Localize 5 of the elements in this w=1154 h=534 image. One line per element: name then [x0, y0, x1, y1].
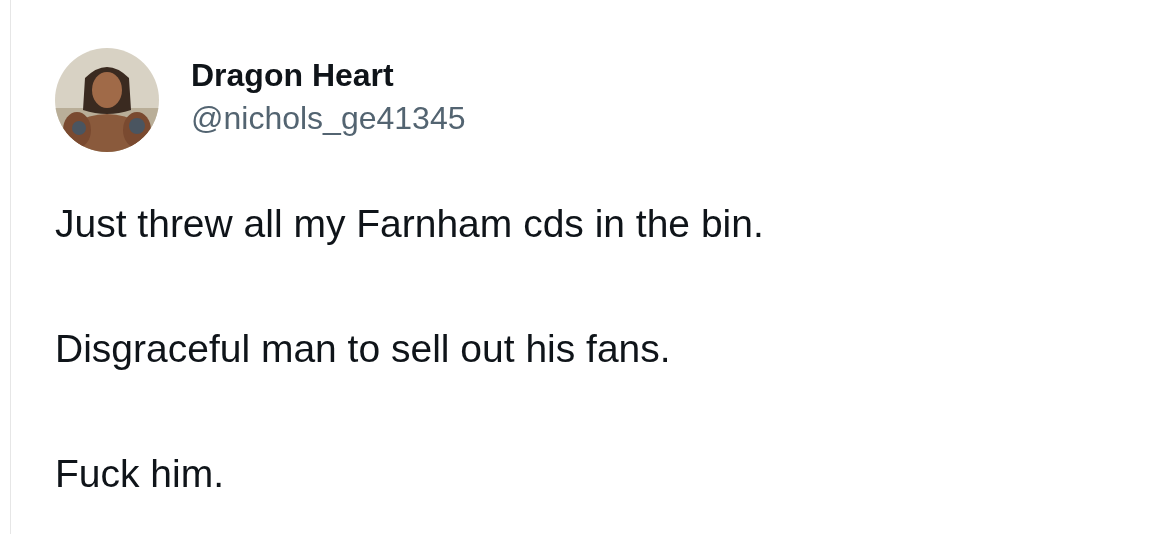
tweet-text: Just threw all my Farnham cds in the bin.: [55, 204, 765, 244]
author-name[interactable]: Dragon Heart: [191, 57, 466, 94]
tweet-text: Fuck him.: [55, 454, 226, 494]
tweet-text: Disgraceful man to sell out his fans.: [55, 329, 672, 369]
author-handle[interactable]: @nichols_ge41345: [191, 100, 466, 137]
